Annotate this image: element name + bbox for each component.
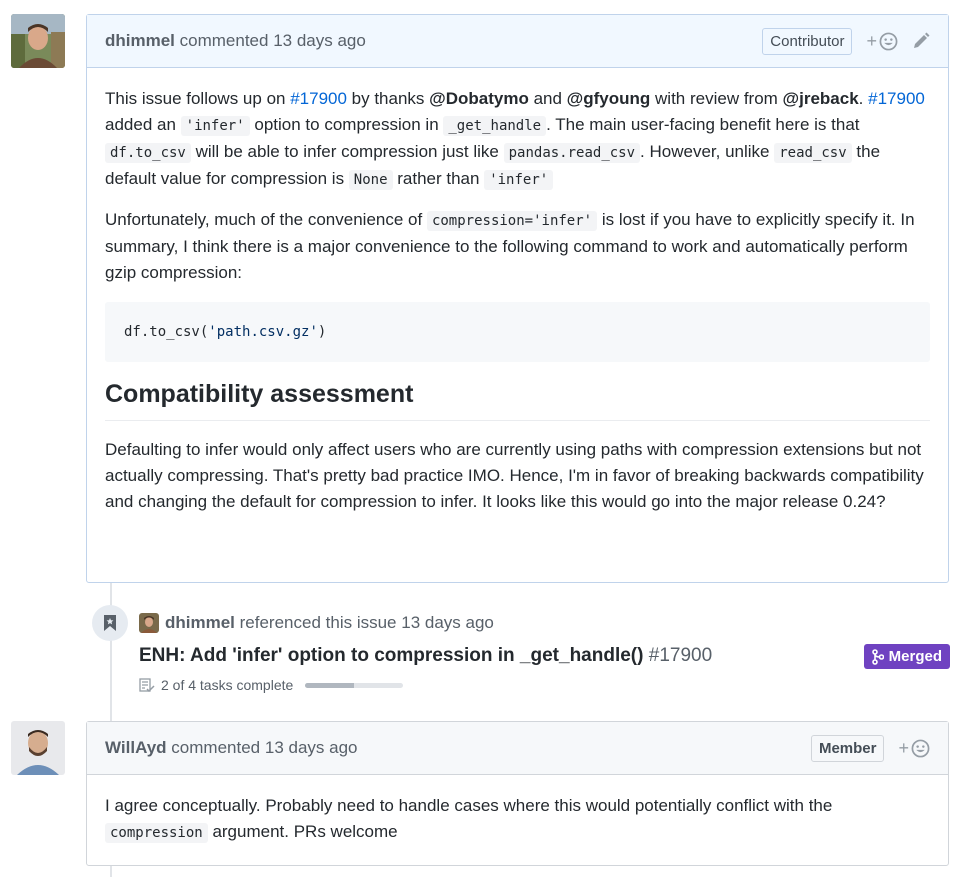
- text: will be able to infer compression just l…: [190, 142, 504, 161]
- reference-header: dhimmel referenced this issue 13 days ag…: [139, 613, 494, 633]
- code-text: df.to_csv(: [124, 324, 209, 340]
- comment-body: I agree conceptually. Probably need to h…: [87, 775, 948, 864]
- comment-willayd: WillAyd commented 13 days ago Member + I…: [86, 721, 949, 866]
- paragraph-3: Defaulting to infer would only affect us…: [105, 440, 924, 511]
- inline-code: compression: [105, 823, 208, 843]
- task-progress: 2 of 4 tasks complete: [139, 677, 404, 693]
- code-block: df.to_csv('path.csv.gz'): [105, 302, 930, 362]
- comment-author[interactable]: WillAyd: [105, 738, 167, 758]
- text: by thanks: [346, 89, 430, 108]
- code-string: 'path.csv.gz': [208, 324, 318, 340]
- text: This issue follows up on: [105, 89, 291, 108]
- add-reaction-button[interactable]: +: [866, 31, 898, 52]
- text: I agree conceptually. Probably need to h…: [105, 796, 833, 815]
- comment-author[interactable]: dhimmel: [105, 31, 175, 51]
- smiley-icon: [911, 739, 930, 757]
- inline-code: None: [348, 170, 393, 190]
- text: Unfortunately, much of the convenience o…: [105, 210, 427, 229]
- merged-badge: Merged: [863, 644, 950, 669]
- reference-time[interactable]: 13 days ago: [401, 613, 494, 633]
- bookmark-icon: [104, 615, 116, 631]
- text: option to compression in: [249, 115, 444, 134]
- smiley-icon: [879, 32, 898, 50]
- paragraph-1: This issue follows up on #17900 by thank…: [105, 86, 930, 193]
- comment-header: dhimmel commented 13 days ago Contributo…: [87, 15, 948, 68]
- inline-code: df.to_csv: [105, 143, 191, 163]
- text: argument. PRs welcome: [207, 822, 398, 841]
- tasks-progress-bar: [305, 682, 404, 688]
- merged-label: Merged: [888, 648, 942, 665]
- user-mention[interactable]: @Dobatymo: [429, 89, 529, 108]
- pr-title[interactable]: ENH: Add 'infer' option to compression i…: [139, 645, 643, 666]
- paragraph-2: Unfortunately, much of the convenience o…: [105, 207, 930, 286]
- code-text: ): [317, 324, 327, 340]
- comment-body: This issue follows up on #17900 by thank…: [87, 68, 948, 533]
- inline-code: pandas.read_csv: [503, 143, 641, 163]
- edit-button[interactable]: [912, 32, 930, 50]
- reference-action: referenced this issue: [239, 613, 397, 632]
- issue-link[interactable]: #17900: [868, 89, 925, 108]
- text: rather than: [392, 169, 485, 188]
- text: . However, unlike: [640, 142, 775, 161]
- pr-number[interactable]: #17900: [649, 645, 712, 666]
- comment-action: commented: [179, 31, 269, 50]
- comment-time[interactable]: 13 days ago: [273, 31, 366, 51]
- avatar-willayd[interactable]: [11, 721, 65, 775]
- user-mention[interactable]: @jreback: [783, 89, 859, 108]
- checklist-icon: [139, 678, 155, 693]
- text: with review from: [650, 89, 783, 108]
- mini-avatar[interactable]: [139, 613, 159, 633]
- add-reaction-button[interactable]: +: [898, 738, 930, 759]
- pencil-icon: [914, 32, 930, 48]
- reference-event: dhimmel referenced this issue 13 days ag…: [92, 605, 952, 705]
- comment-action: commented: [171, 738, 261, 757]
- user-mention[interactable]: @gfyoung: [567, 89, 651, 108]
- git-merge-icon: [871, 648, 884, 665]
- role-badge: Member: [810, 734, 885, 762]
- reference-badge: [92, 605, 128, 641]
- tasks-text: 2 of 4 tasks complete: [161, 677, 294, 693]
- issue-link[interactable]: #17900: [290, 89, 347, 108]
- text: added an: [105, 115, 181, 134]
- inline-code: 'infer': [484, 170, 554, 190]
- section-heading: Compatibility assessment: [105, 378, 930, 421]
- text: and: [528, 89, 567, 108]
- inline-code: compression='infer': [426, 211, 598, 231]
- role-badge: Contributor: [762, 27, 853, 55]
- inline-code: read_csv: [774, 143, 852, 163]
- tasks-progress-fill: [305, 682, 355, 688]
- inline-code: 'infer': [180, 116, 250, 136]
- comment-time[interactable]: 13 days ago: [265, 738, 358, 758]
- text: . The main user-facing benefit here is t…: [546, 115, 860, 134]
- comment-dhimmel: dhimmel commented 13 days ago Contributo…: [86, 14, 949, 583]
- reference-author[interactable]: dhimmel: [165, 613, 235, 633]
- paragraph: I agree conceptually. Probably need to h…: [105, 793, 930, 846]
- avatar-dhimmel[interactable]: [11, 14, 65, 68]
- inline-code: _get_handle: [443, 116, 547, 136]
- comment-header: WillAyd commented 13 days ago Member +: [87, 722, 948, 775]
- text: .: [858, 89, 869, 108]
- pr-title-link[interactable]: ENH: Add 'infer' option to compression i…: [139, 645, 712, 667]
